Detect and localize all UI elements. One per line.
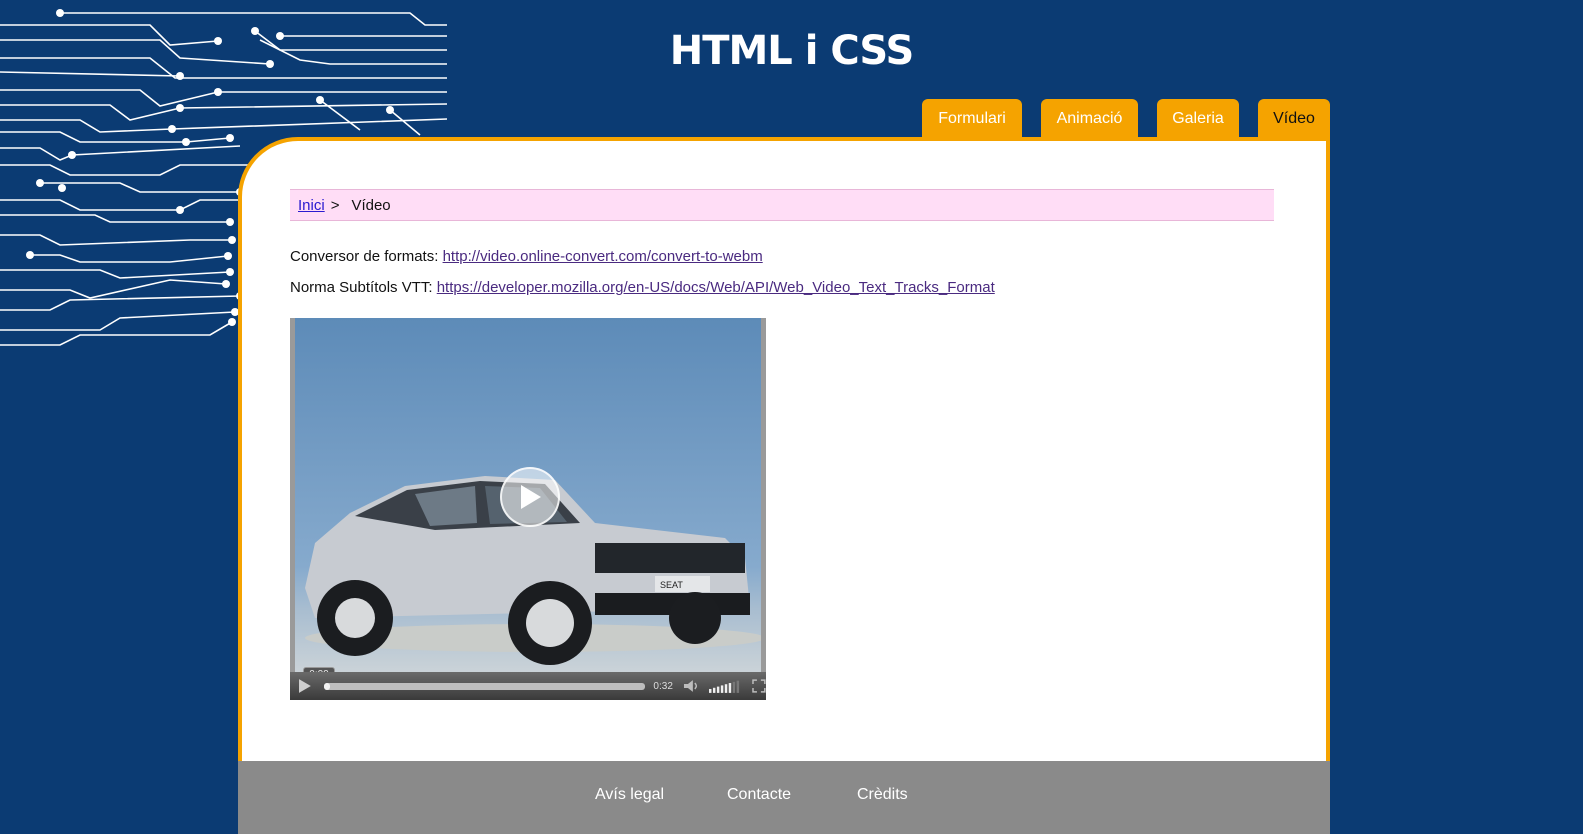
subtitles-label: Norma Subtítols VTT: — [290, 279, 433, 296]
subtitles-link[interactable]: https://developer.mozilla.org/en-US/docs… — [437, 279, 995, 296]
video-controls: 0:32 — [290, 672, 766, 700]
converter-line: Conversor de formats: http://video.onlin… — [290, 248, 763, 265]
progress-fill — [323, 682, 331, 690]
volume-bar — [716, 686, 720, 693]
volume-bar — [736, 680, 739, 693]
big-play-button[interactable] — [500, 467, 560, 527]
volume-bar — [724, 684, 727, 693]
volume-bar — [712, 687, 716, 693]
breadcrumb-current: Vídeo — [351, 196, 391, 214]
volume-bar — [728, 683, 731, 693]
tab-video[interactable]: Vídeo — [1258, 99, 1330, 139]
breadcrumb-separator: > — [330, 196, 340, 214]
content-panel: Inici > Vídeo Conversor de formats: http… — [238, 137, 1330, 765]
converter-label: Conversor de formats: — [290, 248, 439, 265]
fullscreen-icon[interactable] — [752, 679, 766, 693]
play-small-icon[interactable] — [298, 678, 312, 694]
tab-animacio[interactable]: Animació — [1041, 99, 1138, 139]
plate-text: SEAT — [660, 580, 683, 590]
subtitles-line: Norma Subtítols VTT: https://developer.m… — [290, 279, 995, 296]
footer-link-credits[interactable]: Crèdits — [857, 786, 908, 804]
volume-bar — [720, 685, 723, 693]
site-title: HTML i CSS — [669, 28, 915, 74]
footer-link-avis-legal[interactable]: Avís legal — [595, 786, 664, 804]
breadcrumb: Inici > Vídeo — [290, 189, 1274, 221]
progress-bar[interactable] — [323, 682, 646, 690]
video-player[interactable]: SEAT 0:00 0:32 — [290, 318, 766, 700]
volume-bar — [708, 688, 712, 693]
breadcrumb-home-link[interactable]: Inici — [298, 197, 325, 214]
volume-bar — [732, 681, 735, 693]
converter-link[interactable]: http://video.online-convert.com/convert-… — [443, 248, 763, 265]
volume-slider[interactable] — [708, 679, 743, 693]
duration-label: 0:32 — [653, 680, 673, 692]
footer-link-contacte[interactable]: Contacte — [727, 786, 791, 804]
tab-galeria[interactable]: Galeria — [1157, 99, 1239, 139]
play-icon — [521, 485, 541, 509]
tab-formulari[interactable]: Formulari — [922, 99, 1022, 139]
footer: Avís legal Contacte Crèdits — [238, 761, 1330, 834]
volume-icon[interactable] — [683, 679, 701, 693]
